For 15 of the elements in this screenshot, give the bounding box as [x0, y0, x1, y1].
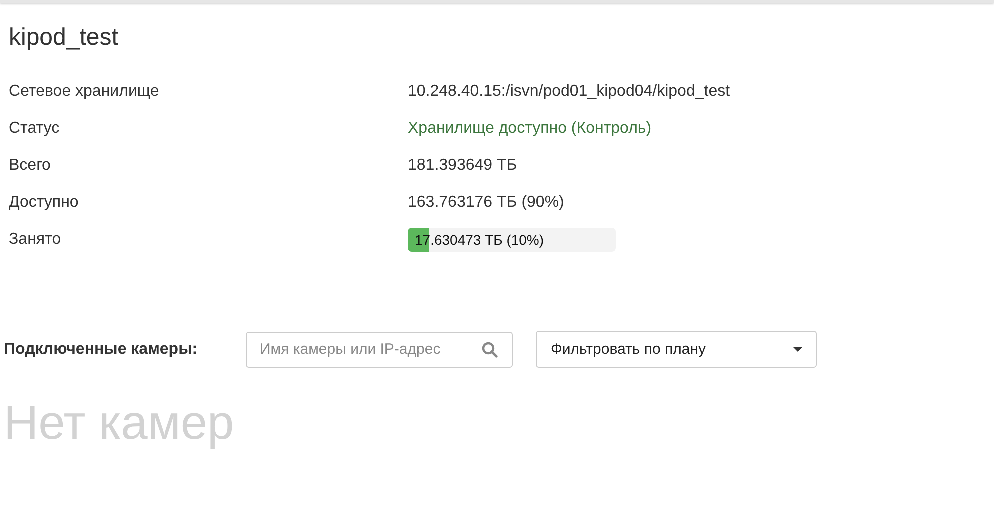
- detail-value: 10.248.40.15:/isvn/pod01_kipod04/kipod_test: [408, 82, 730, 100]
- detail-label: Всего: [9, 156, 52, 174]
- search-field[interactable]: Имя камеры или IP-адрес: [246, 332, 513, 368]
- detail-label: Статус: [9, 120, 61, 138]
- detail-value: 181.393649 ТБ: [408, 156, 518, 174]
- filter-dropdown[interactable]: Фильтровать по плану: [536, 331, 817, 368]
- detail-label: Занято: [9, 230, 62, 248]
- detail-label: Сетевое хранилище: [9, 82, 160, 100]
- caret-icon: [793, 347, 803, 352]
- section-label: Подключенные камеры:: [4, 340, 199, 358]
- detail-label: Доступно: [9, 194, 80, 212]
- page-title: kipod_test: [9, 23, 120, 53]
- search-icon[interactable]: [482, 342, 498, 358]
- status-text: Хранилище доступно (Контроль): [408, 120, 652, 138]
- detail-value: 163.763176 ТБ (90%): [408, 194, 564, 212]
